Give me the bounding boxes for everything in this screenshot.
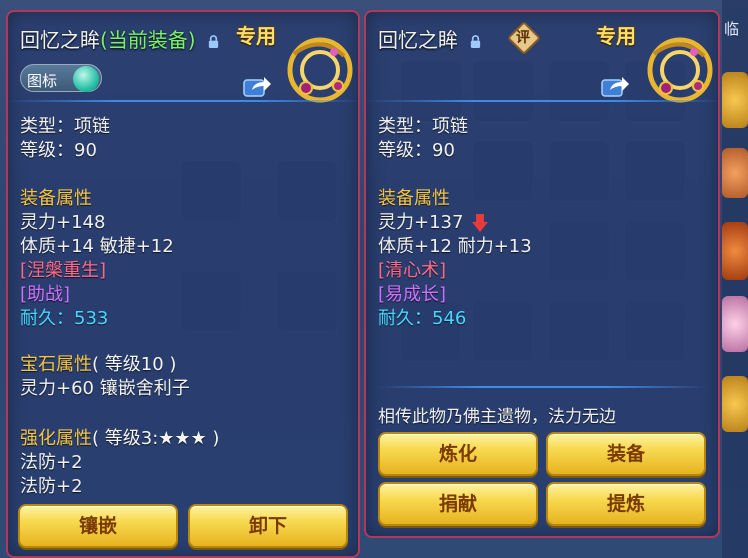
lock-icon: [471, 35, 481, 48]
type-line: 类型：项链: [378, 116, 468, 137]
side-label: 临: [724, 20, 740, 38]
side-item-3[interactable]: [722, 222, 748, 280]
enhance-level: ( 等级3:★★★ ): [92, 428, 220, 449]
share-icon[interactable]: [600, 74, 630, 98]
attr-line: 灵力+137: [378, 208, 489, 234]
compare-equipment-panel: 回忆之眸 评 专用 类型：项链 等级：90 装备属性 灵力+137 体质+12 …: [364, 10, 720, 538]
inlay-button[interactable]: 镶嵌: [18, 504, 178, 548]
enhance-line: 法防+2: [20, 452, 83, 473]
item-title: 回忆之眸(当前装备): [20, 24, 220, 53]
side-item-2[interactable]: [722, 148, 748, 198]
exclusive-badge: 专用: [236, 24, 276, 48]
toggle-knob: [73, 66, 99, 92]
attr-line: 体质+12 耐力+13: [378, 236, 532, 257]
equip-button[interactable]: 装备: [546, 432, 706, 476]
extract-button[interactable]: 提炼: [546, 482, 706, 526]
level-line: 等级：90: [20, 140, 97, 161]
equip-attr-header: 装备属性: [20, 188, 92, 209]
attr-line: 体质+14 敏捷+12: [20, 236, 174, 257]
durability-line: 耐久：546: [378, 304, 466, 330]
gem-level: ( 等级10 ): [92, 354, 177, 375]
current-equipment-panel: 回忆之眸(当前装备) 专用 图标 类型：项链 等级：90 装备属性 灵力+148…: [6, 10, 360, 558]
item-description: 相传此物乃佛主遗物，法力无边: [378, 407, 616, 427]
durability-value: 546: [432, 308, 467, 329]
type-line: 类型：项链: [20, 116, 110, 137]
lock-icon: [208, 35, 219, 48]
special-effect: [易成长]: [378, 284, 447, 305]
decrease-arrow-icon: [472, 214, 489, 232]
durability-line: 耐久：533: [20, 304, 108, 330]
enhance-attr-line: 强化属性( 等级3:★★★ ): [20, 424, 219, 450]
special-skill: [涅槃重生]: [20, 260, 107, 281]
side-item-5[interactable]: [722, 376, 748, 432]
necklace-icon: [647, 37, 713, 103]
special-effect: [助战]: [20, 284, 71, 305]
donate-button[interactable]: 捐献: [378, 482, 538, 526]
equip-attr-header: 装备属性: [378, 188, 450, 209]
durability-value: 533: [74, 308, 109, 329]
attr-value: 灵力+137: [378, 212, 464, 233]
current-equipped-tag: (当前装备): [100, 28, 196, 52]
gem-attr-line: 宝石属性( 等级10 ): [20, 350, 176, 376]
share-icon[interactable]: [242, 74, 272, 98]
side-item-4[interactable]: [722, 296, 748, 352]
unequip-button[interactable]: 卸下: [188, 504, 348, 548]
divider: [8, 100, 358, 102]
level-line: 等级：90: [378, 140, 455, 161]
divider: [366, 100, 718, 102]
attr-line: 灵力+148: [20, 212, 106, 233]
enhance-line: 法防+2: [20, 476, 83, 497]
item-name: 回忆之眸: [378, 28, 458, 52]
durability-label: 耐久：: [378, 308, 432, 329]
enhance-attr-header: 强化属性: [20, 428, 92, 449]
gem-attr-header: 宝石属性: [20, 354, 92, 375]
exclusive-badge: 专用: [596, 24, 636, 48]
evaluate-label: 评: [516, 30, 530, 46]
icon-toggle-label: 图标: [27, 72, 58, 90]
refine-button[interactable]: 炼化: [378, 432, 538, 476]
divider: [378, 386, 708, 388]
special-skill: [清心术]: [378, 260, 447, 281]
item-name: 回忆之眸: [20, 28, 100, 52]
icon-toggle[interactable]: 图标: [20, 64, 102, 92]
side-item-1[interactable]: [722, 72, 748, 128]
gem-line: 灵力+60 镶嵌舍利子: [20, 378, 190, 399]
necklace-icon: [287, 37, 353, 103]
item-title: 回忆之眸: [378, 24, 482, 53]
durability-label: 耐久：: [20, 308, 74, 329]
